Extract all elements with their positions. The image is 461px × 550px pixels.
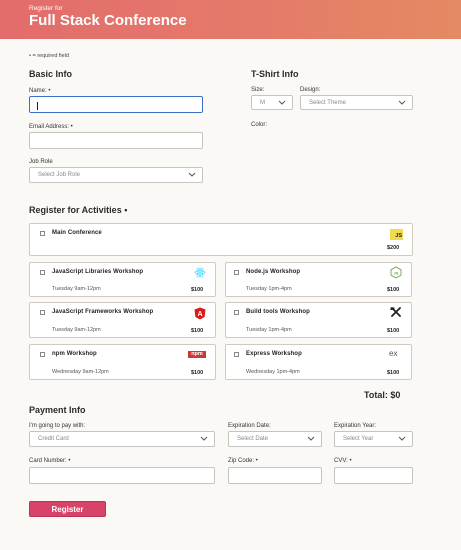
job-role-select[interactable]: Select Job Role — [29, 167, 203, 183]
color-label: Color: — [251, 122, 268, 128]
cvv-field[interactable] — [334, 467, 413, 484]
react-logo-icon — [194, 267, 206, 278]
activity-checkbox[interactable] — [40, 352, 45, 357]
activity-price: $200 — [387, 245, 400, 251]
activity-time: Wednesday 1pm-4pm — [246, 369, 300, 375]
chevron-down-icon — [188, 172, 196, 177]
activity-checkbox[interactable] — [234, 270, 239, 275]
expiration-date-label: Expiration Date: — [228, 423, 271, 429]
angular-logo-icon: A — [194, 307, 206, 320]
card-number-label: Card Number: • — [29, 458, 71, 464]
activity-name: JavaScript Frameworks Workshop — [52, 309, 154, 315]
size-selected: M — [260, 99, 265, 106]
cvv-label: CVV: • — [334, 458, 352, 464]
expiration-date-selected: Select Date — [237, 436, 269, 442]
header-subtitle: Register for — [29, 5, 63, 12]
activity-checkbox[interactable] — [40, 310, 45, 315]
activity-name: Express Workshop — [246, 351, 302, 357]
tools-icon — [390, 307, 401, 317]
activity-time: Tuesday 9am-12pm — [52, 327, 101, 333]
chevron-down-icon — [398, 100, 406, 105]
tshirt-info-heading: T-Shirt Info — [251, 69, 299, 79]
expiration-year-label: Expiration Year: — [334, 423, 377, 429]
payment-method-select[interactable]: Credit Card — [29, 431, 215, 447]
activity-main-conference[interactable]: Main Conference JS $200 — [29, 223, 413, 256]
basic-info-heading: Basic Info — [29, 69, 73, 79]
express-logo-icon: ex — [389, 349, 398, 358]
size-select[interactable]: M — [251, 95, 293, 110]
activity-build-tools[interactable]: Build tools Workshop Tuesday 1pm-4pm $10… — [225, 302, 412, 338]
chevron-down-icon — [200, 436, 208, 441]
activity-time: Wednesday 9am-12pm — [52, 369, 109, 375]
card-number-field[interactable] — [29, 467, 215, 484]
expiration-year-select[interactable]: Select Year — [334, 431, 413, 447]
activity-js-libraries[interactable]: JavaScript Libraries Workshop Tuesday 9a… — [29, 262, 216, 297]
size-label: Size: — [251, 87, 265, 93]
design-label: Design: — [300, 87, 321, 93]
total-cost: Total: $0 — [364, 390, 401, 400]
register-button[interactable]: Register — [29, 501, 106, 517]
svg-text:A: A — [197, 311, 202, 318]
activity-name: npm Workshop — [52, 351, 97, 357]
zip-code-field[interactable] — [228, 467, 322, 484]
activity-express[interactable]: Express Workshop ex Wednesday 1pm-4pm $1… — [225, 344, 412, 380]
email-field[interactable] — [29, 132, 203, 149]
npm-logo-icon: npm — [188, 351, 206, 358]
expiration-year-selected: Select Year — [343, 436, 374, 442]
activity-price: $100 — [387, 287, 400, 293]
payment-method-selected: Credit Card — [38, 436, 69, 442]
name-field[interactable] — [29, 96, 203, 113]
activity-checkbox[interactable] — [234, 352, 239, 357]
email-label: Email Address: • — [29, 124, 73, 130]
activity-time: Tuesday 1pm-4pm — [246, 286, 292, 292]
chevron-down-icon — [278, 100, 286, 105]
activity-price: $100 — [387, 370, 400, 376]
activity-name: JavaScript Libraries Workshop — [52, 269, 144, 275]
text-cursor — [37, 102, 38, 110]
activity-checkbox[interactable] — [40, 231, 45, 236]
activity-time: Tuesday 1pm-4pm — [246, 327, 292, 333]
required-field-note: • = required field — [29, 53, 69, 59]
activities-heading: Register for Activities • — [29, 205, 128, 215]
activity-price: $100 — [191, 287, 204, 293]
payment-method-label: I'm going to pay with: — [29, 423, 86, 429]
expiration-date-select[interactable]: Select Date — [228, 431, 322, 447]
activity-name: Main Conference — [52, 230, 102, 236]
activity-price: $100 — [387, 328, 400, 334]
design-selected: Select Theme — [309, 99, 346, 106]
nodejs-logo-icon: JS — [390, 266, 402, 279]
activity-price: $100 — [191, 370, 204, 376]
javascript-logo-icon: JS — [390, 229, 403, 240]
activity-name: Build tools Workshop — [246, 309, 310, 315]
zip-code-label: Zip Code: • — [228, 458, 258, 464]
chevron-down-icon — [398, 436, 406, 441]
chevron-down-icon — [307, 436, 315, 441]
payment-info-heading: Payment Info — [29, 405, 86, 415]
job-role-selected: Select Job Role — [38, 172, 81, 178]
page-header: Register for Full Stack Conference — [0, 0, 461, 39]
design-select[interactable]: Select Theme — [300, 95, 413, 110]
activity-checkbox[interactable] — [234, 310, 239, 315]
page: Register for Full Stack Conference • = r… — [0, 0, 461, 550]
svg-text:JS: JS — [394, 270, 399, 275]
activity-name: Node.js Workshop — [246, 269, 301, 275]
activity-nodejs[interactable]: Node.js Workshop JS Tuesday 1pm-4pm $100 — [225, 262, 412, 297]
activity-time: Tuesday 9am-12pm — [52, 286, 101, 292]
activity-npm[interactable]: npm Workshop npm Wednesday 9am-12pm $100 — [29, 344, 216, 380]
activity-price: $100 — [191, 328, 204, 334]
page-title: Full Stack Conference — [29, 12, 187, 29]
activity-js-frameworks[interactable]: JavaScript Frameworks Workshop A Tuesday… — [29, 302, 216, 338]
name-label: Name: • — [29, 88, 51, 94]
job-role-label: Job Role — [29, 159, 53, 165]
activity-checkbox[interactable] — [40, 270, 45, 275]
